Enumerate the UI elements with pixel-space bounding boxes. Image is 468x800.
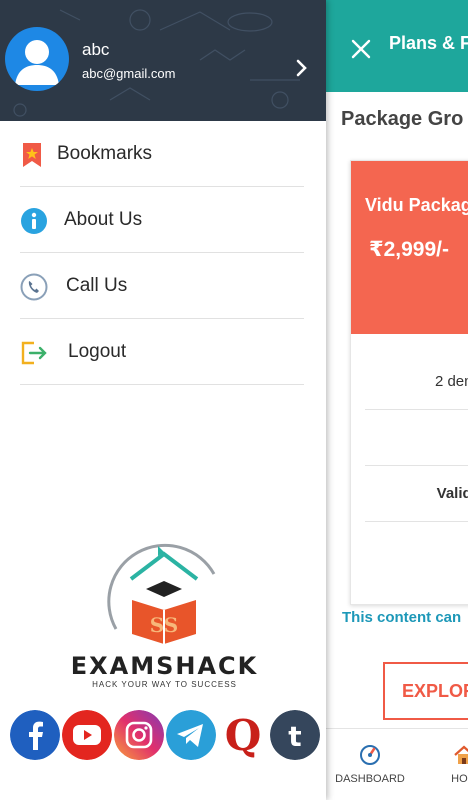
package-feature: 2 t [365,410,468,466]
tumblr-icon[interactable]: t [270,710,320,760]
menu-item-logout[interactable]: Logout [0,319,326,385]
menu-item-label: Bookmarks [57,143,153,164]
examshack-logo: SS EXAMSHACK HACK YOUR WAY TO SUCCESS [46,534,283,696]
content-note: This content can [342,609,462,626]
package-feature: Valid ti [365,466,468,522]
logo-tagline: HACK YOUR WAY TO SUCCESS [92,680,237,689]
divider [20,384,304,385]
user-name: abc [82,40,110,59]
youtube-icon[interactable] [62,710,112,760]
package-group-heading: Package Gro [341,108,464,130]
package-card[interactable]: Vidu Packag ₹2,999/- 2 demo 2 t Valid ti [350,160,468,605]
nav-home[interactable]: HOM [434,743,468,785]
svg-text:Q: Q [225,711,262,760]
instagram-icon[interactable] [114,710,164,760]
package-price: ₹2,999/- [369,238,449,261]
nav-dashboard-label: DASHBOARD [335,773,405,785]
social-links: Q t [10,710,322,764]
svg-text:SS: SS [150,613,178,637]
app-title: Plans & F [389,33,468,53]
dashboard-icon [360,745,380,765]
menu-item-about-us[interactable]: About Us [0,187,326,253]
avatar [5,27,69,91]
info-icon [21,208,47,234]
package-feature: 2 demo [365,354,468,410]
menu-item-label: Call Us [66,275,128,296]
navigation-drawer: abc abc@gmail.com Bookmarks About Us Cal… [0,0,326,800]
bottom-nav: DASHBOARD HOM [326,728,468,800]
logout-icon [21,341,47,365]
menu-item-bookmarks[interactable]: Bookmarks [0,121,326,187]
menu-item-call-us[interactable]: Call Us [0,253,326,319]
phone-icon [20,273,48,301]
user-email: abc@gmail.com [82,66,176,81]
home-icon [454,745,468,764]
svg-text:t: t [288,720,301,753]
menu-item-label: About Us [64,209,143,230]
menu-item-label: Logout [68,341,127,362]
logo-graphic: SS [107,543,216,644]
close-icon[interactable] [350,38,372,60]
explore-button[interactable]: EXPLOR [383,662,468,720]
drawer-header[interactable]: abc abc@gmail.com [0,0,326,121]
nav-home-label: HOM [451,773,468,785]
package-name: Vidu Packag [365,195,468,215]
quora-icon[interactable]: Q [218,710,268,760]
chevron-right-icon[interactable] [294,58,310,78]
nav-dashboard[interactable]: DASHBOARD [330,743,410,785]
logo-name: EXAMSHACK [70,652,259,680]
facebook-icon[interactable] [10,710,60,760]
telegram-icon[interactable] [166,710,216,760]
bookmark-icon [23,143,41,167]
user-icon [15,40,59,85]
package-card-header: Vidu Packag ₹2,999/- [351,161,468,334]
